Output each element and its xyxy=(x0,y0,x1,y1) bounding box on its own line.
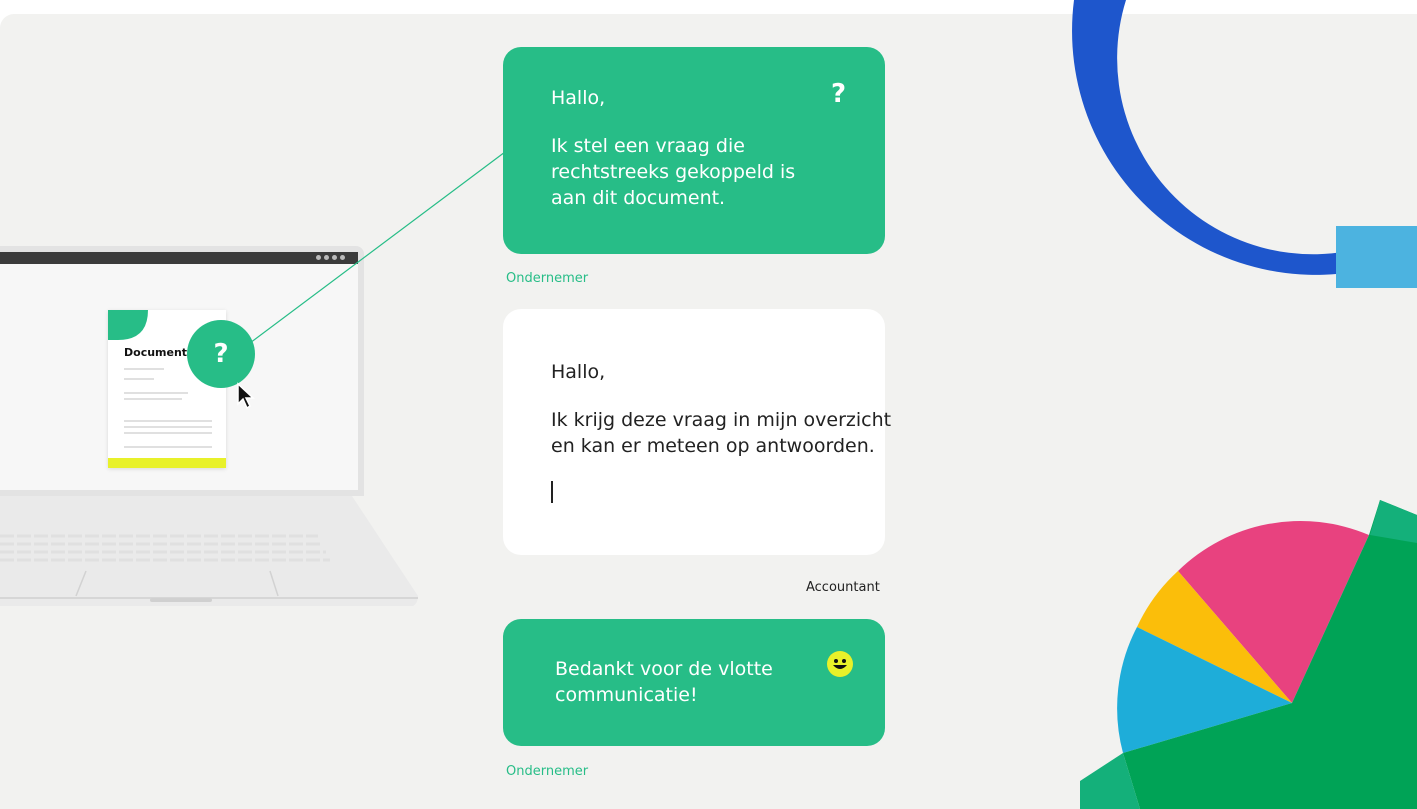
message-gap xyxy=(551,385,885,407)
smiley-face xyxy=(833,659,847,669)
message-gap xyxy=(551,111,885,133)
question-button[interactable]: ? xyxy=(187,320,255,388)
sender-label: Ondernemer xyxy=(506,764,589,779)
chat-message: Bedankt voor de vlotte communicatie! xyxy=(503,619,885,746)
sender-label: Ondernemer xyxy=(506,271,589,286)
smiley-icon xyxy=(827,651,853,677)
message-text: communicatie! xyxy=(555,684,698,706)
message-text: en kan er meteen op antwoorden. xyxy=(551,435,875,457)
chat-reply-box[interactable]: Hallo, Ik krijg deze vraag in mijn overz… xyxy=(503,309,892,555)
text-cursor xyxy=(551,481,553,503)
mouse-pointer-icon xyxy=(237,382,255,410)
sender-label: Accountant xyxy=(806,580,880,595)
question-mark-icon: ? xyxy=(213,339,229,369)
message-text: Ik krijg deze vraag in mijn overzicht xyxy=(551,409,892,431)
question-mark-icon: ? xyxy=(831,79,847,109)
message-text: rechtstreeks gekoppeld is xyxy=(551,161,796,183)
message-text: aan dit document. xyxy=(551,187,726,209)
message-text: Ik stel een vraag die xyxy=(551,135,745,157)
chat-message: Hallo, Ik stel een vraag die rechtstreek… xyxy=(503,47,885,254)
message-text: Hallo, xyxy=(551,361,606,383)
